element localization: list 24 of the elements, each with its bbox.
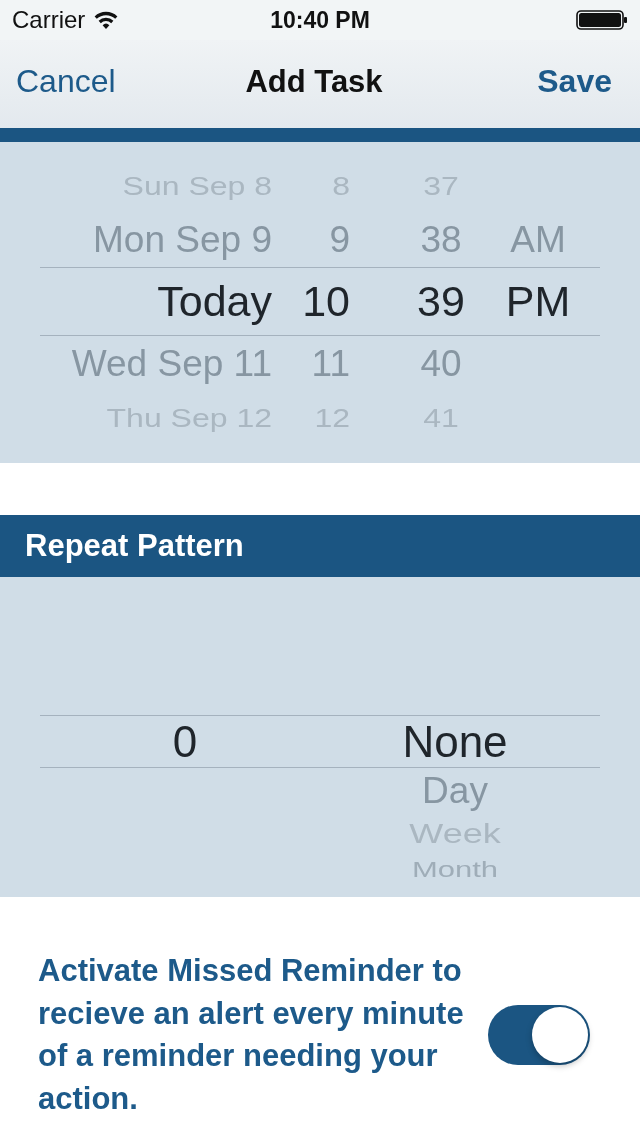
minute-option[interactable]: 40 [420, 345, 462, 382]
time-label: 10:40 PM [270, 8, 370, 32]
count-option[interactable]: 0 [172, 719, 198, 764]
interval-option[interactable]: Day [422, 772, 488, 809]
section-title: Repeat Pattern [25, 528, 244, 564]
hour-option[interactable]: 9 [329, 221, 350, 258]
hour-option[interactable]: 11 [311, 345, 350, 382]
date-option[interactable]: Mon Sep 9 [93, 221, 272, 258]
wifi-icon [94, 11, 119, 29]
interval-option[interactable]: None [402, 719, 508, 764]
period-option[interactable]: PM [505, 280, 571, 323]
minute-option[interactable]: 38 [420, 221, 462, 258]
period-option[interactable]: AM [510, 221, 566, 258]
save-button[interactable]: Save [537, 64, 612, 100]
battery-icon [576, 10, 628, 30]
reminder-description: Activate Missed Reminder to recieve an alert every minute of a reminder needing your action. [38, 952, 465, 1118]
carrier-label: Carrier [12, 8, 86, 32]
cancel-button[interactable]: Cancel [16, 64, 116, 100]
hour-option[interactable]: 10 [302, 280, 350, 323]
date-option[interactable]: Today [157, 280, 272, 323]
date-option[interactable]: Wed Sep 11 [71, 345, 272, 382]
minute-option[interactable]: 39 [417, 280, 465, 323]
toggle-switch[interactable] [488, 1005, 590, 1065]
screen-title: Add Task [245, 64, 383, 100]
